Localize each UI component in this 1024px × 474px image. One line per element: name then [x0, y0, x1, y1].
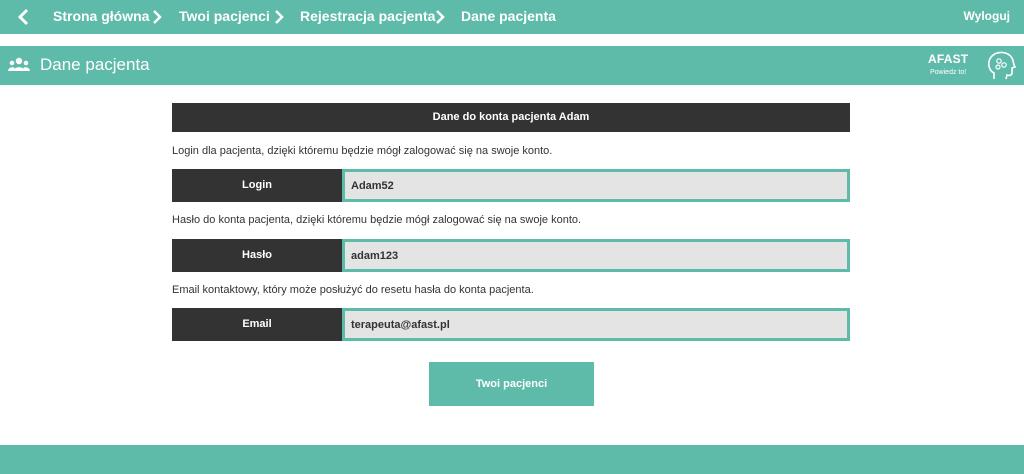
login-row: Login	[172, 169, 850, 202]
password-description: Hasło do konta pacjenta, dzięki któremu …	[172, 214, 582, 226]
login-field[interactable]	[342, 169, 850, 202]
chevron-right-icon	[436, 10, 445, 24]
password-field[interactable]	[342, 239, 850, 272]
login-description: Login dla pacjenta, dzięki któremu będzi…	[172, 145, 553, 157]
email-field[interactable]	[342, 308, 850, 341]
logo-brand: AFAST	[928, 52, 969, 66]
logout-link[interactable]: Wyloguj	[964, 9, 1010, 23]
breadcrumb-patients[interactable]: Twoi pacjenci	[179, 8, 270, 24]
email-description: Email kontaktowy, który może posłużyć do…	[172, 284, 534, 296]
chevron-left-icon[interactable]	[16, 8, 32, 26]
login-label: Login	[172, 169, 342, 202]
page-title: Dane pacjenta	[40, 55, 150, 74]
breadcrumb-current: Dane pacjenta	[461, 8, 556, 24]
footer-bar	[0, 445, 1024, 474]
top-navigation-bar: Strona główna Twoi pacjenci Rejestracja …	[0, 0, 1024, 34]
breadcrumb-registration[interactable]: Rejestracja pacjenta	[300, 8, 435, 24]
speaking-head-icon	[988, 51, 1017, 80]
afast-logo: AFAST Powiedz to!	[928, 49, 1018, 82]
chevron-right-icon	[153, 10, 162, 24]
logo-tagline: Powiedz to!	[930, 69, 967, 76]
chevron-right-icon	[275, 10, 284, 24]
breadcrumb-home[interactable]: Strona główna	[53, 8, 149, 24]
email-row: Email	[172, 308, 850, 341]
email-label: Email	[172, 308, 342, 341]
page-title-bar: Dane pacjenta AFAST Powiedz to!	[0, 46, 1024, 85]
account-panel-heading: Dane do konta pacjenta Adam	[172, 103, 850, 132]
users-icon	[8, 57, 30, 71]
password-row: Hasło	[172, 239, 850, 272]
password-label: Hasło	[172, 239, 342, 272]
your-patients-button[interactable]: Twoi pacjenci	[429, 362, 594, 406]
